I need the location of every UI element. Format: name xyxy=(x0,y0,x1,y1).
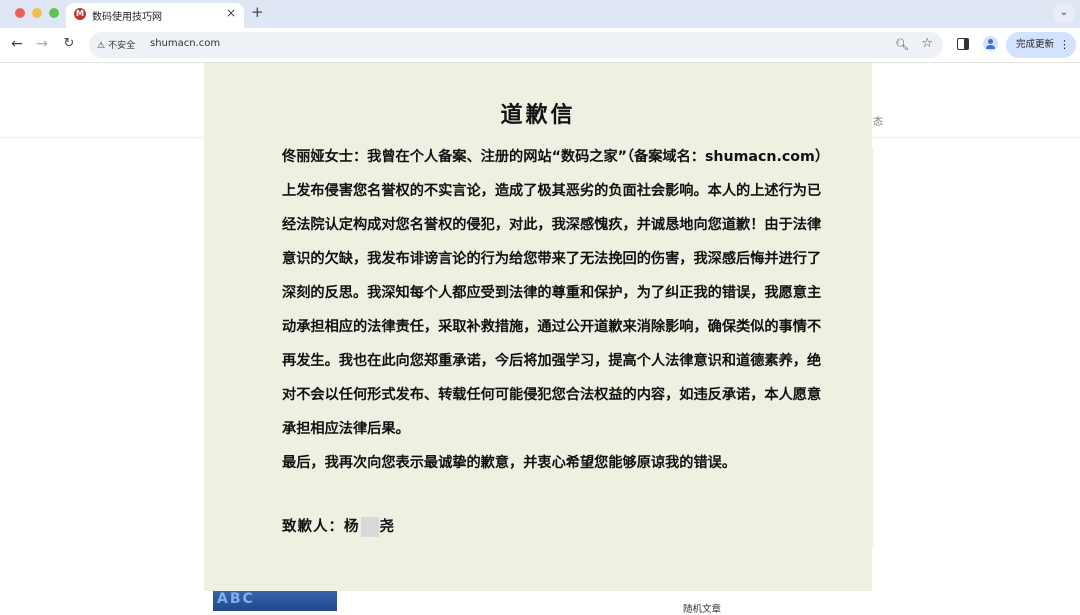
update-button-label: 完成更新 xyxy=(1016,39,1055,50)
random-article-heading: 随机文章 xyxy=(683,604,722,615)
tab-strip: M 数码使用技巧网 × + ⌄ xyxy=(0,0,1080,28)
new-tab-button[interactable]: + xyxy=(251,4,264,20)
apology-letter: 道歉信 佟丽娅女士：我曾在个人备案、注册的网站“数码之家”（备案域名：shuma… xyxy=(204,63,872,591)
letter-paragraph: 最后，我再次向您表示最诚挚的歉意，并衷心希望您能够原谅我的错误。 xyxy=(282,455,737,471)
tab-search-button[interactable]: ⌄ xyxy=(1054,3,1074,23)
reload-icon[interactable]: ↻ xyxy=(61,36,77,52)
article-thumbnail[interactable]: ABC xyxy=(213,588,337,611)
update-button[interactable]: 完成更新 ⋮ xyxy=(1006,32,1076,58)
site-favicon-icon: M xyxy=(74,8,86,20)
bookmark-star-icon[interactable]: ☆ xyxy=(921,36,933,52)
sidebar-column xyxy=(872,147,881,547)
profile-avatar-icon[interactable] xyxy=(983,36,998,51)
thumbnail-text: ABC xyxy=(217,591,255,607)
more-menu-icon: ⋮ xyxy=(1059,38,1070,51)
letter-signature: 致歉人：杨 尧 xyxy=(282,515,395,537)
tab-close-icon[interactable]: × xyxy=(226,6,236,20)
letter-paragraph: 佟丽娅女士：我曾在个人备案、注册的网站“数码之家”（备案域名：shumacn.c… xyxy=(282,149,830,437)
url-text[interactable]: shumacn.com xyxy=(150,38,220,49)
letter-body: 佟丽娅女士：我曾在个人备案、注册的网站“数码之家”（备案域名：shumacn.c… xyxy=(282,140,834,480)
signature-suffix: 尧 xyxy=(379,519,395,535)
minimize-window-button[interactable] xyxy=(32,8,42,18)
back-arrow-icon[interactable]: ← xyxy=(9,36,25,52)
sidebar-text: 态 xyxy=(873,117,883,128)
close-window-button[interactable] xyxy=(15,8,25,18)
address-bar[interactable]: ⚠ 不安全 shumacn.com 🔍︎ ☆ xyxy=(89,32,943,58)
maximize-window-button[interactable] xyxy=(49,8,59,18)
side-panel-icon[interactable] xyxy=(957,38,969,50)
security-chip[interactable]: ⚠ 不安全 xyxy=(97,38,135,51)
active-tab[interactable]: M 数码使用技巧网 × xyxy=(66,3,244,28)
redaction-block xyxy=(360,517,379,537)
warning-icon: ⚠ xyxy=(97,41,106,51)
signature-label: 致歉人：杨 xyxy=(282,519,360,535)
security-label: 不安全 xyxy=(108,41,136,51)
letter-title: 道歉信 xyxy=(500,103,576,128)
tab-title: 数码使用技巧网 xyxy=(92,12,162,23)
browser-toolbar: ← → ↻ ⚠ 不安全 shumacn.com 🔍︎ ☆ 完成更新 ⋮ xyxy=(0,28,1080,63)
zoom-icon[interactable]: 🔍︎ xyxy=(895,37,909,53)
forward-arrow-icon[interactable]: → xyxy=(34,36,50,52)
